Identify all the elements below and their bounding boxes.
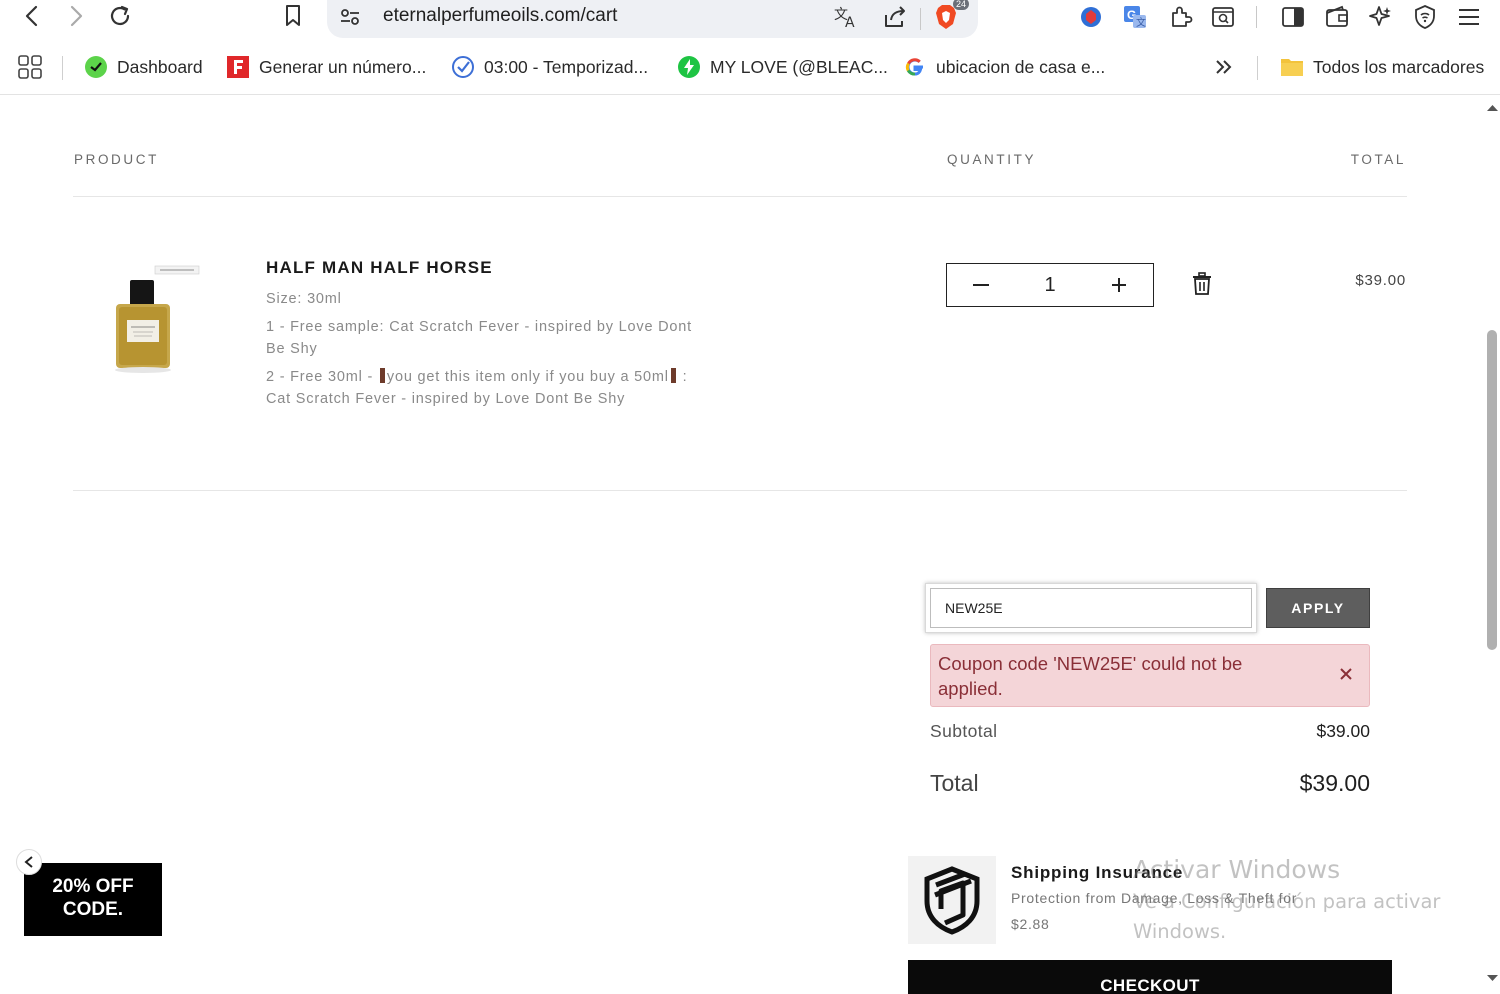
product-size: Size: 30ml — [266, 291, 342, 307]
brave-shields-icon[interactable]: 24 — [931, 0, 969, 32]
svg-text:文: 文 — [1136, 16, 1146, 29]
header-divider — [73, 196, 1407, 197]
promo-collapse-chevron-icon[interactable] — [16, 849, 42, 875]
site-settings-icon[interactable] — [339, 7, 361, 32]
forward-icon[interactable] — [62, 2, 90, 30]
shipping-insurance-title: Shipping Insurance — [1011, 863, 1184, 882]
line-item-price: $39.00 — [1355, 272, 1406, 289]
generar-favicon-icon — [226, 55, 250, 79]
share-icon[interactable] — [880, 2, 910, 32]
free-30ml-condition: you get this item only if you buy a 50ml — [386, 369, 669, 385]
bookmarks-divider — [1257, 56, 1258, 80]
bookmarks-bar: Dashboard Generar un número... 03:00 - T… — [0, 40, 1500, 95]
quantity-value[interactable]: 1 — [1044, 274, 1055, 297]
free-30ml-prefix: 2 - Free 30ml - — [266, 369, 378, 385]
total-label: Total — [930, 770, 979, 796]
brave-badge: 24 — [952, 0, 969, 10]
total-column-header: TOTAL — [1350, 152, 1406, 167]
dashboard-favicon-icon — [84, 55, 108, 79]
bookmark-label: 03:00 - Temporizad... — [484, 56, 649, 77]
bookmarks-divider — [62, 56, 63, 80]
bookmark-label: Generar un número... — [259, 56, 427, 77]
cart-page: PRODUCT QUANTITY TOTAL HALF MAN HALF HOR… — [0, 96, 1500, 994]
coupon-error-message: Coupon code 'NEW25E' could not be applie… — [938, 653, 1243, 699]
apply-coupon-button[interactable]: APPLY — [1266, 588, 1370, 628]
product-free-sample: 1 - Free sample: Cat Scratch Fever - ins… — [266, 319, 692, 357]
promo-line-2: CODE. — [62, 899, 124, 920]
row-divider — [73, 490, 1407, 491]
more-bookmarks-icon[interactable] — [1213, 57, 1235, 82]
bookmark-generar[interactable]: Generar un número... — [226, 53, 426, 81]
remove-item-trash-icon[interactable] — [1191, 272, 1213, 296]
leo-ai-icon[interactable] — [1366, 2, 1396, 32]
coupon-error-alert: Coupon code 'NEW25E' could not be applie… — [930, 644, 1370, 707]
browser-toolbar: eternalperfumeoils.com/cart 文A 24 G文 — [0, 0, 1500, 40]
folder-icon — [1280, 55, 1304, 79]
google-favicon-icon — [903, 55, 927, 79]
coupon-field-wrapper — [925, 583, 1257, 633]
translate-icon[interactable]: 文A — [831, 2, 861, 32]
sidebar-icon[interactable] — [1278, 2, 1308, 32]
quantity-column-header: QUANTITY — [947, 152, 1037, 167]
close-icon[interactable] — [1337, 665, 1355, 683]
extension-globe-icon[interactable] — [1076, 2, 1106, 32]
product-free-30ml: 2 - Free 30ml - you get this item only i… — [266, 366, 696, 410]
menu-icon[interactable] — [1454, 2, 1484, 32]
wallet-icon[interactable] — [1322, 2, 1352, 32]
checkout-button[interactable]: CHECKOUT — [908, 960, 1392, 994]
promo-code-widget[interactable]: 20% OFF CODE. — [24, 863, 162, 936]
reload-icon[interactable] — [106, 2, 134, 30]
scroll-up-arrow-icon[interactable] — [1487, 104, 1498, 112]
bolt-favicon-icon — [677, 55, 701, 79]
urlbar-divider — [920, 8, 921, 30]
subtotal-value: $39.00 — [1316, 721, 1370, 741]
address-bar[interactable]: eternalperfumeoils.com/cart 文A 24 — [327, 0, 978, 38]
find-in-page-icon[interactable] — [1208, 2, 1238, 32]
vpn-icon[interactable] — [1410, 2, 1440, 32]
highlight-mark — [670, 368, 676, 383]
toolbar-divider — [1256, 6, 1257, 28]
bookmark-label: MY LOVE (@BLEAC... — [710, 56, 888, 77]
timer-favicon-icon — [451, 55, 475, 79]
scroll-down-arrow-icon[interactable] — [1487, 974, 1498, 982]
product-image[interactable] — [103, 264, 203, 376]
shield-icon — [908, 856, 996, 944]
shipping-insurance-price: $2.88 — [1011, 916, 1050, 932]
bookmark-ubicacion[interactable]: ubicacion de casa e... — [903, 53, 1105, 81]
back-icon[interactable] — [18, 2, 46, 30]
bookmark-label: ubicacion de casa e... — [936, 56, 1106, 77]
product-column-header: PRODUCT — [74, 152, 159, 167]
bookmark-label: Dashboard — [117, 56, 203, 77]
shipping-insurance[interactable]: Shipping Insurance Protection from Damag… — [908, 856, 1368, 946]
apps-grid-icon[interactable] — [17, 54, 43, 85]
page-scrollbar[interactable] — [1484, 96, 1500, 994]
decrease-quantity-button[interactable] — [969, 273, 993, 297]
coupon-code-input[interactable] — [930, 588, 1252, 628]
quantity-stepper: 1 — [946, 263, 1154, 307]
scrollbar-thumb[interactable] — [1487, 330, 1497, 650]
bookmark-my-love[interactable]: MY LOVE (@BLEAC... — [677, 53, 888, 81]
total-value: $39.00 — [1299, 770, 1370, 796]
bookmark-label: Todos los marcadores — [1313, 56, 1485, 77]
extensions-icon[interactable] — [1165, 2, 1195, 32]
bookmark-dashboard[interactable]: Dashboard — [84, 53, 203, 81]
subtotal-label: Subtotal — [930, 721, 998, 741]
bookmark-temporizador[interactable]: 03:00 - Temporizad... — [451, 53, 648, 81]
google-translate-icon[interactable]: G文 — [1120, 2, 1150, 32]
bookmark-all-bookmarks[interactable]: Todos los marcadores — [1280, 53, 1484, 81]
increase-quantity-button[interactable] — [1107, 273, 1131, 297]
highlight-mark — [379, 368, 385, 383]
product-title[interactable]: HALF MAN HALF HORSE — [266, 258, 493, 278]
svg-text:A: A — [845, 15, 855, 29]
bookmark-page-icon[interactable] — [279, 2, 307, 30]
promo-line-1: 20% OFF — [52, 876, 134, 897]
url-text[interactable]: eternalperfumeoils.com/cart — [383, 5, 617, 27]
shipping-insurance-description: Protection from Damage, Loss & Theft for — [1011, 890, 1298, 906]
